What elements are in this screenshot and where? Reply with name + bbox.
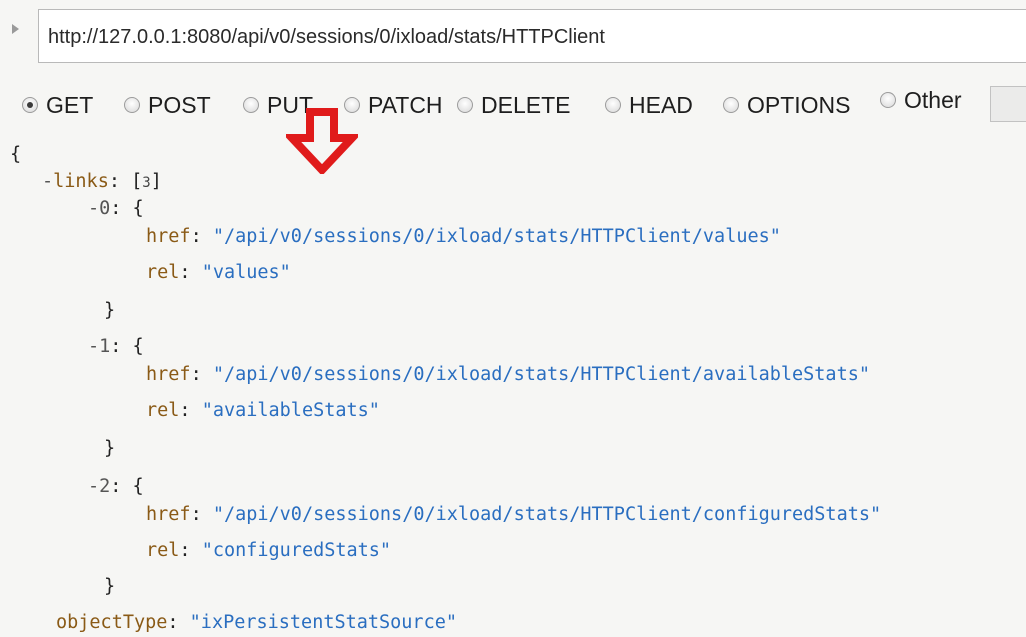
json-response-viewer: { -links: [3] -0: { href: "/api/v0/sessi… [0,0,1026,637]
link-2-collapse-toggle[interactable]: - [88,476,99,497]
link-1-collapse-toggle[interactable]: - [88,336,99,357]
link-0-header: -0: { [88,198,144,219]
href-value[interactable]: "/api/v0/sessions/0/ixload/stats/HTTPCli… [213,364,870,385]
link-2-close-brace: } [104,576,116,597]
links-collapse-toggle[interactable]: - [42,171,53,192]
link-0-close-brace: } [104,300,116,321]
links-key: links [53,171,109,192]
link-0-href-row: href: "/api/v0/sessions/0/ixload/stats/H… [146,226,781,247]
object-type-row: objectType: "ixPersistentStatSource" [56,612,457,633]
link-1-index: 1 [99,336,111,357]
link-1-rel-row: rel: "availableStats" [146,400,380,421]
href-value[interactable]: "/api/v0/sessions/0/ixload/stats/HTTPCli… [213,504,881,525]
href-value[interactable]: "/api/v0/sessions/0/ixload/stats/HTTPCli… [213,226,781,247]
rel-key: rel [146,540,180,561]
links-row: -links: [3] [42,171,162,192]
rel-value: "values" [201,262,291,283]
link-2-rel-row: rel: "configuredStats" [146,540,392,561]
href-key: href [146,226,191,247]
href-key: href [146,504,191,525]
rel-value: "configuredStats" [201,540,392,561]
rel-key: rel [146,400,180,421]
object-type-key: objectType [56,612,168,633]
link-1-close-brace: } [104,438,116,459]
link-1-href-row: href: "/api/v0/sessions/0/ixload/stats/H… [146,364,870,385]
href-key: href [146,364,191,385]
link-2-index: 2 [99,476,111,497]
link-0-collapse-toggle[interactable]: - [88,198,99,219]
rel-value: "availableStats" [201,400,380,421]
link-1-header: -1: { [88,336,144,357]
json-open-brace: { [10,144,22,165]
links-count: 3 [142,175,151,191]
link-0-index: 0 [99,198,111,219]
link-2-href-row: href: "/api/v0/sessions/0/ixload/stats/H… [146,504,882,525]
rel-key: rel [146,262,180,283]
object-type-value: "ixPersistentStatSource" [189,612,457,633]
link-0-rel-row: rel: "values" [146,262,291,283]
link-2-header: -2: { [88,476,144,497]
